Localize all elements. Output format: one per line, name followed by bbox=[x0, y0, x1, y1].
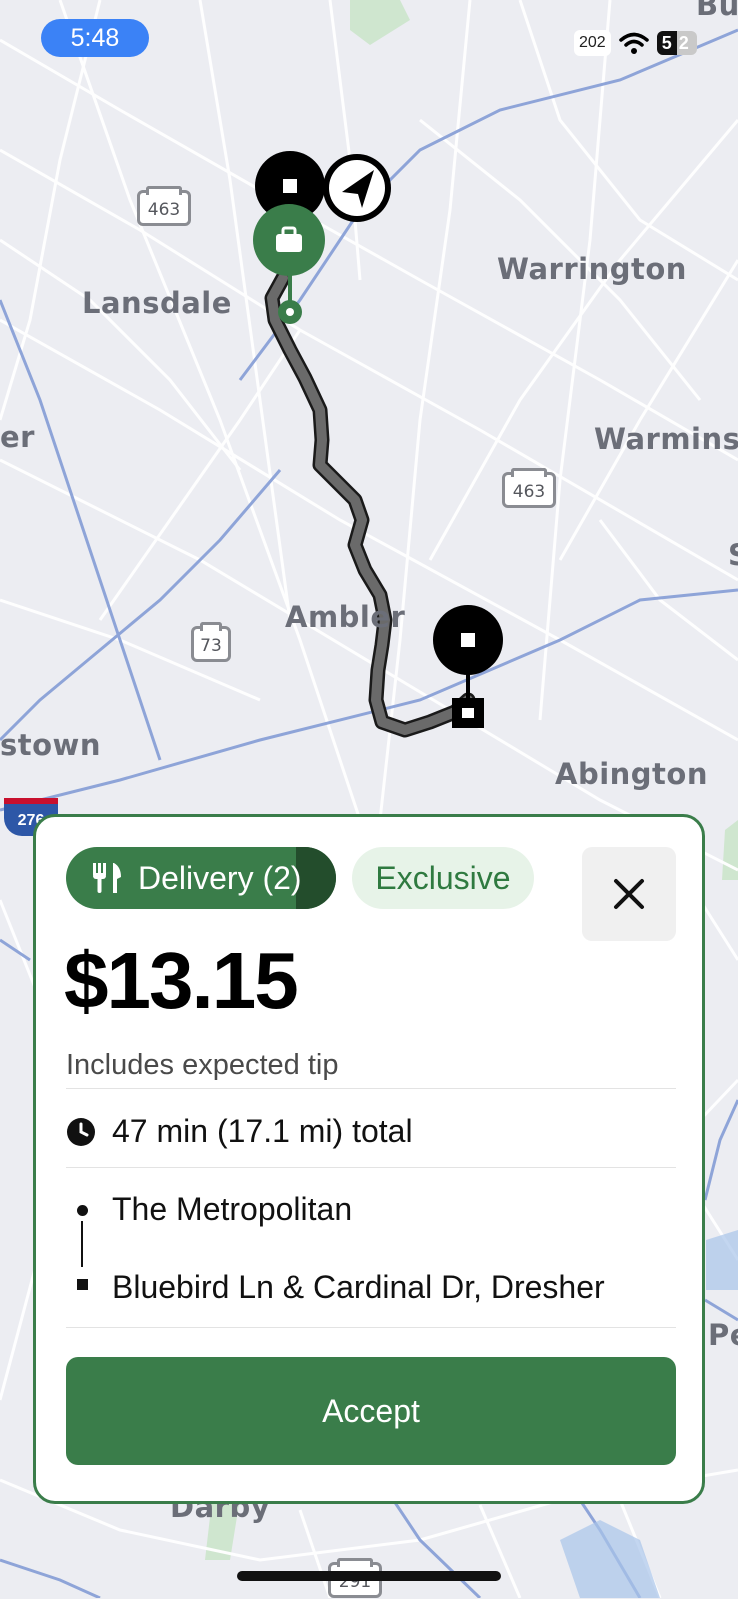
pill-accent bbox=[296, 847, 336, 909]
duration-text: 47 min (17.1 mi) total bbox=[112, 1113, 413, 1149]
dropoff-location: Bluebird Ln & Cardinal Dr, Dresher bbox=[112, 1269, 605, 1305]
pickup-dot bbox=[77, 1205, 88, 1216]
map-label-abington: Abington bbox=[555, 757, 708, 791]
offer-card: Delivery (2) Exclusive $13.15 Includes e… bbox=[33, 814, 705, 1504]
route-shield-463-b: 463 bbox=[502, 468, 556, 508]
delivery-type-pill: Delivery (2) bbox=[66, 847, 336, 909]
accept-button[interactable]: Accept bbox=[66, 1357, 676, 1465]
map-label-ambler: Ambler bbox=[285, 600, 406, 634]
close-button[interactable] bbox=[582, 847, 676, 941]
tip-note: Includes expected tip bbox=[66, 1049, 339, 1081]
home-indicator[interactable] bbox=[237, 1571, 501, 1581]
battery-icon: 5 2 bbox=[656, 31, 697, 55]
map-label-er: er bbox=[0, 420, 35, 454]
clock-icon bbox=[67, 1117, 95, 1146]
status-icons: 202 5 2 bbox=[574, 28, 697, 58]
map-label-s: S bbox=[728, 538, 738, 572]
wifi-icon bbox=[618, 32, 649, 54]
navigation-arrow-icon[interactable] bbox=[323, 154, 391, 222]
map-label-stown: stown bbox=[0, 728, 101, 762]
divider bbox=[66, 1167, 676, 1168]
route-shield-463-a: 463 bbox=[137, 186, 191, 226]
carrier-label: 202 bbox=[574, 30, 611, 56]
dropoff-square bbox=[77, 1279, 88, 1290]
route-shield-73: 73 bbox=[191, 622, 231, 662]
pickup-location: The Metropolitan bbox=[112, 1191, 353, 1227]
fork-knife-icon bbox=[93, 863, 121, 893]
map-label-pe: Pe bbox=[708, 1318, 738, 1352]
offer-price: $13.15 bbox=[64, 936, 299, 1025]
divider bbox=[66, 1327, 676, 1328]
duration-row: 47 min (17.1 mi) total bbox=[66, 1113, 413, 1150]
route-connector bbox=[81, 1221, 83, 1267]
battery-level: 5 bbox=[656, 31, 677, 55]
divider bbox=[66, 1088, 676, 1089]
close-icon bbox=[614, 879, 644, 909]
battery-rest: 2 bbox=[678, 33, 689, 53]
exclusive-badge: Exclusive bbox=[352, 847, 534, 909]
delivery-type-label: Delivery (2) bbox=[138, 859, 302, 896]
map-label-bu: Bu bbox=[696, 0, 738, 22]
map-label-lansdale: Lansdale bbox=[82, 286, 232, 320]
map-label-warrington: Warrington bbox=[497, 252, 687, 286]
status-time: 5:48 bbox=[41, 19, 149, 57]
map-label-warminster: Warminst bbox=[594, 422, 738, 456]
